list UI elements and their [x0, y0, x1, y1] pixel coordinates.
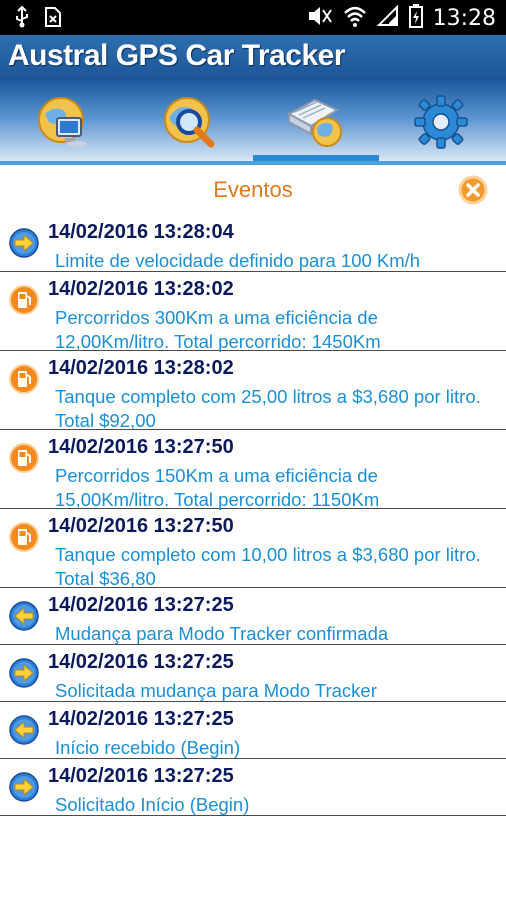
event-message: Solicitada mudança para Modo Tracker	[55, 680, 377, 701]
fuel-icon	[8, 284, 40, 316]
event-row[interactable]: 14/02/2016 13:28:02 Percorridos 300Km a u…	[0, 272, 506, 352]
event-timestamp: 14/02/2016 13:27:50	[48, 515, 234, 537]
event-message: Início recebido (Begin)	[55, 737, 241, 758]
event-timestamp: 14/02/2016 13:27:25	[48, 594, 234, 616]
event-timestamp: 14/02/2016 13:28:02	[48, 357, 234, 379]
event-row[interactable]: 14/02/2016 13:27:25 Solicitada mudança pa…	[0, 645, 506, 702]
events-globe-icon	[286, 98, 342, 147]
clock: 13:28	[432, 6, 496, 31]
fuel-icon	[8, 442, 40, 474]
event-row[interactable]: 14/02/2016 13:28:04 Limite de velocidade …	[0, 215, 506, 272]
arrow-left-icon	[8, 600, 40, 632]
app-bar: Austral GPS Car Tracker	[0, 35, 506, 80]
search-globe-icon	[164, 97, 215, 148]
status-bar: 13:28	[0, 0, 506, 35]
no-sim-icon	[44, 6, 62, 33]
tab-events[interactable]	[252, 80, 378, 162]
event-row[interactable]: 14/02/2016 13:27:25 Mudança para Modo Tra…	[0, 588, 506, 645]
event-message: Tanque completo com 10,00 litros a $3,68…	[55, 544, 481, 589]
event-row[interactable]: 14/02/2016 13:27:50 Percorridos 150Km a u…	[0, 430, 506, 510]
event-message: Percorridos 150Km a uma eficiência de 15…	[55, 465, 380, 510]
battery-icon	[408, 4, 423, 33]
tab-monitor[interactable]	[0, 80, 126, 162]
close-icon	[458, 175, 488, 205]
event-message: Tanque completo com 25,00 litros a $3,68…	[55, 386, 481, 431]
event-row[interactable]: 14/02/2016 13:28:02 Tanque completo com 2…	[0, 351, 506, 431]
event-timestamp: 14/02/2016 13:28:02	[48, 278, 234, 300]
event-row[interactable]: 14/02/2016 13:27:50 Tanque completo com 1…	[0, 509, 506, 589]
event-row[interactable]: 14/02/2016 13:27:25 Solicitado Início (Be…	[0, 759, 506, 816]
mute-icon	[307, 4, 333, 33]
wifi-icon	[343, 5, 367, 32]
event-message: Mudança para Modo Tracker confirmada	[55, 623, 389, 644]
fuel-icon	[8, 363, 40, 395]
event-timestamp: 14/02/2016 13:27:25	[48, 765, 234, 787]
arrow-left-icon	[8, 714, 40, 746]
event-message: Limite de velocidade definido para 100 K…	[55, 250, 421, 271]
arrow-right-icon	[8, 227, 40, 259]
signal-icon	[376, 4, 399, 32]
tab-settings[interactable]	[378, 80, 504, 162]
toolbar	[0, 80, 506, 162]
event-timestamp: 14/02/2016 13:27:25	[48, 708, 234, 730]
event-message: Percorridos 300Km a uma eficiência de 12…	[55, 307, 381, 352]
arrow-right-icon	[8, 657, 40, 689]
tab-search[interactable]	[126, 80, 252, 162]
event-timestamp: 14/02/2016 13:27:50	[48, 436, 234, 458]
event-message: Solicitado Início (Begin)	[55, 794, 250, 815]
close-button[interactable]	[458, 175, 488, 205]
events-list: 14/02/2016 13:28:04 Limite de velocidade …	[0, 215, 506, 816]
settings-gear-icon	[414, 95, 468, 149]
arrow-right-icon	[8, 771, 40, 803]
app-title: Austral GPS Car Tracker	[8, 39, 346, 72]
event-timestamp: 14/02/2016 13:28:04	[48, 221, 234, 243]
usb-icon	[14, 5, 30, 33]
events-header: Eventos	[0, 165, 506, 215]
monitor-globe-icon	[38, 97, 87, 147]
page-title: Eventos	[213, 177, 293, 202]
event-timestamp: 14/02/2016 13:27:25	[48, 651, 234, 673]
fuel-icon	[8, 521, 40, 553]
event-row[interactable]: 14/02/2016 13:27:25 Início recebido (Begi…	[0, 702, 506, 759]
